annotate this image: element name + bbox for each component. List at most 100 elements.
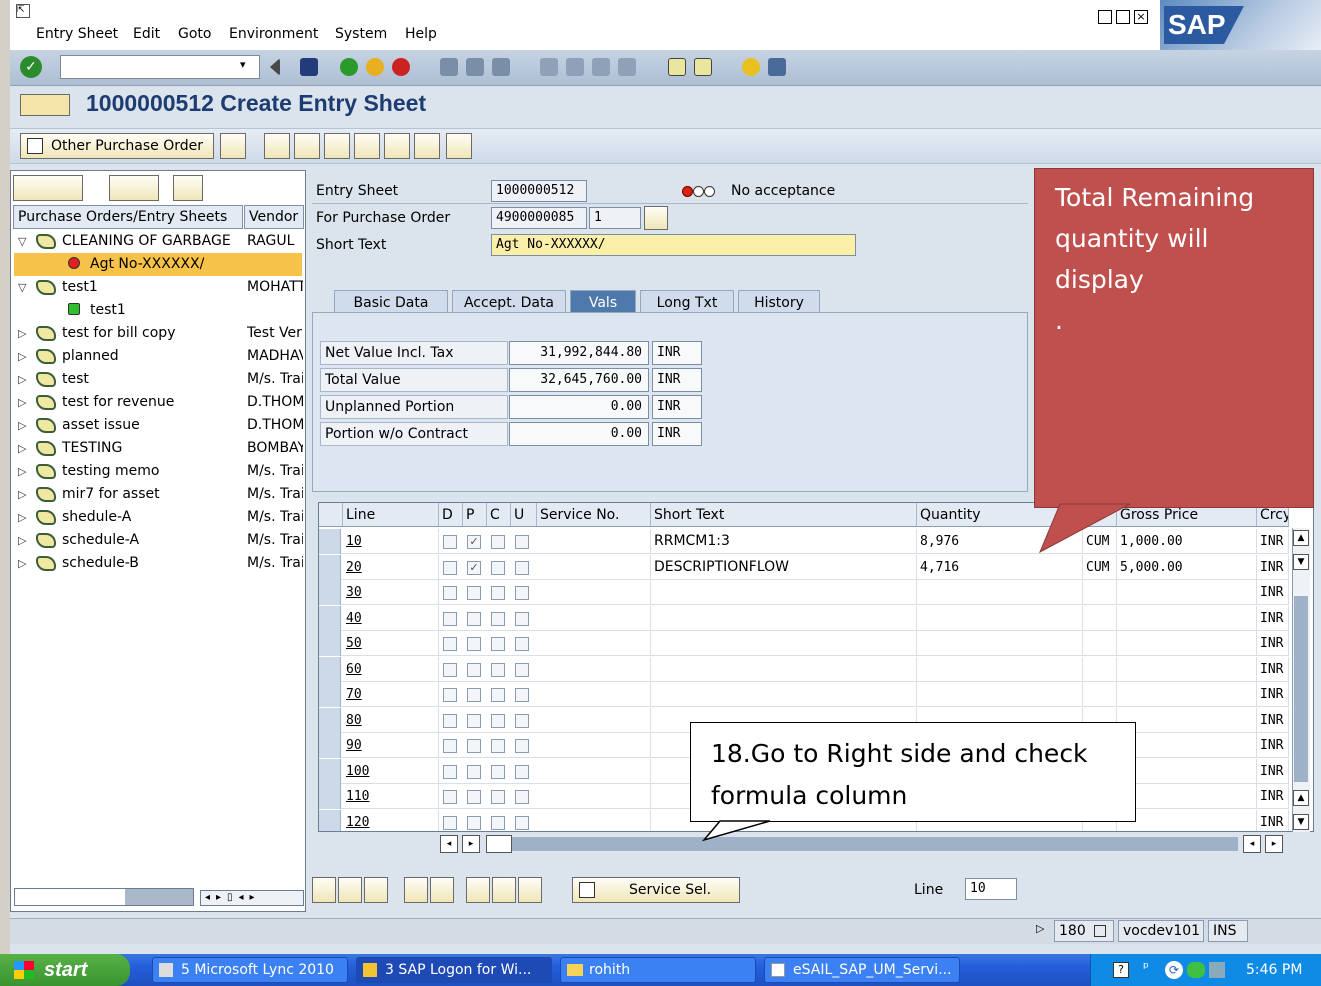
line-cell[interactable]: 80 xyxy=(343,707,439,733)
short-text-cell[interactable] xyxy=(651,631,917,656)
checkbox-u[interactable] xyxy=(515,764,529,779)
crcy-cell[interactable]: INR xyxy=(1257,529,1289,554)
delete-line-icon[interactable] xyxy=(430,877,454,903)
crcy-cell[interactable]: INR xyxy=(1257,554,1289,580)
checkbox-c[interactable] xyxy=(491,815,505,830)
exit-icon[interactable] xyxy=(366,58,384,76)
checkbox-d[interactable] xyxy=(443,713,457,728)
menu-environment[interactable]: Environment xyxy=(229,26,318,42)
create-session-icon[interactable] xyxy=(668,58,686,76)
service-no-cell[interactable] xyxy=(537,707,651,733)
checkbox-c[interactable] xyxy=(491,764,505,779)
gross-price-cell[interactable] xyxy=(1117,707,1257,733)
crcy-cell[interactable]: INR xyxy=(1257,758,1289,784)
checkbox-p[interactable] xyxy=(467,611,481,626)
row-selector[interactable] xyxy=(319,554,341,580)
line-cell[interactable]: 40 xyxy=(343,605,439,631)
crcy-cell[interactable]: INR xyxy=(1257,707,1289,733)
menu-edit[interactable]: Edit xyxy=(133,26,160,42)
expand-node-icon[interactable]: ▷ xyxy=(18,529,26,552)
checkbox-c[interactable] xyxy=(491,662,505,677)
line-cell[interactable]: 90 xyxy=(343,733,439,758)
create-icon[interactable] xyxy=(294,133,320,159)
line-cell[interactable]: 30 xyxy=(343,580,439,605)
line-cell[interactable]: 120 xyxy=(343,809,439,831)
purchase-order-field[interactable]: 4900000085 xyxy=(491,207,587,229)
checkbox-u[interactable] xyxy=(515,662,529,677)
portion-wo-contract-field[interactable]: 0.00 xyxy=(509,422,649,446)
portion-wo-contract-currency[interactable]: INR xyxy=(652,422,702,446)
short-text-cell[interactable] xyxy=(651,656,917,682)
unit-cell[interactable] xyxy=(1083,605,1117,631)
checkbox-c[interactable] xyxy=(491,535,505,549)
crcy-cell[interactable]: INR xyxy=(1257,784,1289,809)
menu-entry-sheet[interactable]: Entry Sheet xyxy=(36,26,118,42)
header-d[interactable]: D xyxy=(439,503,463,527)
enter-icon[interactable]: ✓ xyxy=(20,56,42,78)
total-value-field[interactable]: 32,645,760.00 xyxy=(509,368,649,392)
checkbox-c[interactable] xyxy=(491,713,505,728)
gross-price-cell[interactable] xyxy=(1117,631,1257,656)
crcy-cell[interactable]: INR xyxy=(1257,631,1289,656)
menu-help[interactable]: Help xyxy=(405,26,437,42)
checkbox-d[interactable] xyxy=(443,611,457,626)
quantity-cell[interactable] xyxy=(917,605,1083,631)
line-cell[interactable]: 60 xyxy=(343,656,439,682)
command-field[interactable] xyxy=(60,55,260,79)
lock-icon[interactable] xyxy=(384,133,410,159)
gross-price-cell[interactable] xyxy=(1117,656,1257,682)
checkbox-c[interactable] xyxy=(491,611,505,626)
checkbox-p[interactable] xyxy=(467,764,481,779)
tab-long-txt[interactable]: Long Txt xyxy=(640,290,734,314)
tree-layout-icon[interactable] xyxy=(109,175,159,201)
deselect-all-icon[interactable] xyxy=(364,877,388,903)
unit-cell[interactable] xyxy=(1083,682,1117,707)
crcy-cell[interactable]: INR xyxy=(1257,580,1289,605)
tree-row[interactable]: ▷ schedule-A M/s. Trai xyxy=(14,529,303,552)
shortcut-icon[interactable] xyxy=(694,58,712,76)
tree-scroll-buttons[interactable]: ◂▸▯◂▸ xyxy=(200,890,304,906)
checkbox-d[interactable] xyxy=(443,560,457,575)
status-info-icon[interactable] xyxy=(1094,925,1107,937)
last-page-icon[interactable] xyxy=(618,58,636,76)
select-all-icon[interactable] xyxy=(338,877,362,903)
task-folder[interactable]: rohith xyxy=(560,957,756,983)
copy-icon[interactable] xyxy=(324,133,350,159)
maximize-icon[interactable] xyxy=(1116,10,1130,24)
expand-node-icon[interactable]: ▷ xyxy=(18,506,26,529)
service-no-cell[interactable] xyxy=(537,733,651,758)
checkbox-p[interactable] xyxy=(467,815,481,830)
header-short-text[interactable]: Short Text xyxy=(651,503,917,527)
line-cell[interactable]: 10 xyxy=(343,529,439,554)
crcy-cell[interactable]: INR xyxy=(1257,682,1289,707)
line-cell[interactable]: 50 xyxy=(343,631,439,656)
header-service-no[interactable]: Service No. xyxy=(537,503,651,527)
row-selector[interactable] xyxy=(319,580,341,605)
checkbox-p[interactable]: ✓ xyxy=(467,560,481,575)
row-selector[interactable] xyxy=(319,529,341,554)
row-selector[interactable] xyxy=(319,733,341,758)
lync-tray-icon[interactable] xyxy=(1187,962,1205,978)
back-icon[interactable] xyxy=(340,58,358,76)
tree-row[interactable]: ▽ CLEANING OF GARBAGE RAGUL xyxy=(14,230,302,253)
command-history-icon[interactable]: ▾ xyxy=(240,58,252,76)
crcy-cell[interactable]: INR xyxy=(1257,733,1289,758)
expand-node-icon[interactable]: ▷ xyxy=(18,414,26,437)
service-sel-button[interactable]: Service Sel. xyxy=(572,877,740,903)
service-no-cell[interactable] xyxy=(537,529,651,554)
row-selector[interactable] xyxy=(319,631,341,656)
window-menu-icon[interactable]: ⇱ xyxy=(16,4,30,18)
tree-row[interactable]: ▷ testing memo M/s. Trai xyxy=(14,460,303,483)
tree-row[interactable]: ▷ TESTING BOMBAY xyxy=(14,437,303,460)
tab-vals[interactable]: Vals xyxy=(570,290,636,314)
pencil-icon[interactable] xyxy=(264,133,290,159)
expand-node-icon[interactable]: ▷ xyxy=(18,483,26,506)
tree-horizontal-scrollbar[interactable] xyxy=(14,888,194,906)
checkbox-c[interactable] xyxy=(491,790,505,804)
header-c[interactable]: C xyxy=(487,503,511,527)
unit-cell[interactable] xyxy=(1083,656,1117,682)
start-button[interactable]: start xyxy=(0,954,130,986)
gross-price-cell[interactable] xyxy=(1117,733,1257,758)
expand-node-icon[interactable]: ▷ xyxy=(18,460,26,483)
tree-expand-icon[interactable] xyxy=(173,175,203,201)
